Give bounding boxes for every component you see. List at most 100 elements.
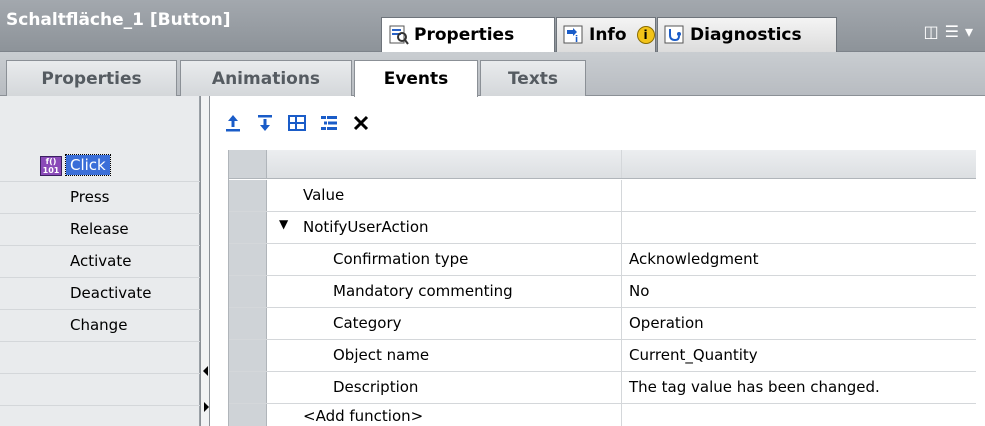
- table-row[interactable]: Value: [229, 180, 976, 212]
- row-gutter: [229, 404, 267, 426]
- row-gutter: [229, 372, 267, 403]
- tab-info-label: Info: [589, 25, 627, 45]
- row-gutter: [229, 308, 267, 339]
- value-cell[interactable]: No: [623, 276, 976, 307]
- value-cell[interactable]: [623, 180, 976, 211]
- menu-icon[interactable]: ☰: [945, 22, 965, 41]
- info-icon: i: [563, 25, 585, 45]
- row-name: Object name: [333, 346, 430, 364]
- expand-triangle-icon[interactable]: ▼: [279, 217, 288, 231]
- row-name: Confirmation type: [333, 250, 469, 268]
- tab-diagnostics-label: Diagnostics: [690, 25, 802, 45]
- name-cell[interactable]: ▼ NotifyUserAction: [267, 212, 622, 243]
- event-item-press[interactable]: Press: [0, 182, 200, 214]
- value-cell[interactable]: Operation: [623, 308, 976, 339]
- row-gutter: [229, 212, 267, 243]
- table-row[interactable]: ▼ NotifyUserAction: [229, 212, 976, 244]
- function-toolbar: [222, 108, 372, 138]
- value-cell[interactable]: Acknowledgment: [623, 244, 976, 275]
- float-window-icon[interactable]: ◫: [924, 22, 945, 41]
- column-header-value[interactable]: [623, 150, 976, 178]
- object-title: Schaltfläche_1 [Button]: [6, 10, 231, 30]
- collapse-all-button[interactable]: [286, 112, 308, 134]
- move-up-icon: [226, 115, 240, 132]
- inspector-title-bar: Schaltfläche_1 [Button] Properties i Inf…: [0, 0, 985, 52]
- event-label-click: Click: [65, 154, 111, 176]
- delete-icon: [353, 115, 369, 131]
- value-cell[interactable]: The tag value has been changed.: [623, 372, 976, 403]
- subtab-properties[interactable]: Properties: [6, 60, 177, 96]
- subtab-events[interactable]: Events: [354, 60, 478, 97]
- tab-info[interactable]: i Info i: [556, 17, 656, 52]
- event-item-empty: [0, 374, 200, 406]
- name-cell[interactable]: Value: [267, 180, 622, 211]
- tab-diagnostics[interactable]: Diagnostics: [657, 17, 837, 52]
- row-gutter: [229, 180, 267, 211]
- row-gutter: [229, 276, 267, 307]
- properties-icon: [388, 25, 410, 45]
- panel-splitter[interactable]: [200, 96, 210, 426]
- subtab-bar: Properties Animations Events Texts: [0, 52, 985, 97]
- row-name: Mandatory commenting: [333, 282, 513, 300]
- info-badge-icon: i: [636, 26, 655, 44]
- header-gutter: [229, 150, 267, 178]
- collapse-all-icon: [288, 115, 306, 131]
- grid-header: [229, 150, 976, 179]
- row-gutter: [229, 340, 267, 371]
- expand-all-button[interactable]: [318, 112, 340, 134]
- value-cell[interactable]: [623, 404, 976, 426]
- svg-text:i: i: [575, 35, 578, 45]
- tab-properties-label: Properties: [414, 25, 515, 45]
- chevron-down-icon[interactable]: ▾: [965, 22, 979, 41]
- function-grid: Value ▼ NotifyUserAction Confirmation ty…: [228, 150, 976, 426]
- row-value: Acknowledgment: [629, 250, 759, 268]
- subtab-animations[interactable]: Animations: [180, 60, 352, 96]
- table-row[interactable]: Description The tag value has been chang…: [229, 372, 976, 404]
- collapse-left-icon[interactable]: [203, 366, 208, 376]
- event-label-activate: Activate: [70, 252, 132, 270]
- event-label-press: Press: [70, 188, 110, 206]
- value-cell[interactable]: [623, 212, 976, 243]
- name-cell[interactable]: Category: [267, 308, 622, 339]
- row-name: Category: [333, 314, 402, 332]
- row-name: Description: [333, 378, 419, 396]
- event-label-change: Change: [70, 316, 128, 334]
- column-header-name[interactable]: [267, 150, 622, 178]
- event-item-change[interactable]: Change: [0, 310, 200, 342]
- function-list-icon: f() 101: [40, 156, 62, 176]
- name-cell[interactable]: Confirmation type: [267, 244, 622, 275]
- row-value: The tag value has been changed.: [629, 378, 880, 396]
- table-row[interactable]: <Add function>: [229, 404, 976, 426]
- name-cell[interactable]: Object name: [267, 340, 622, 371]
- event-label-deactivate: Deactivate: [70, 284, 152, 302]
- event-label-release: Release: [70, 220, 129, 238]
- move-down-button[interactable]: [254, 112, 276, 134]
- move-down-icon: [258, 115, 272, 131]
- name-cell[interactable]: <Add function>: [267, 404, 622, 426]
- table-row[interactable]: Category Operation: [229, 308, 976, 340]
- table-row[interactable]: Object name Current_Quantity: [229, 340, 976, 372]
- subtab-texts[interactable]: Texts: [480, 60, 586, 96]
- event-item-activate[interactable]: Activate: [0, 246, 200, 278]
- name-cell[interactable]: Description: [267, 372, 622, 403]
- table-row[interactable]: Confirmation type Acknowledgment: [229, 244, 976, 276]
- row-value: No: [629, 282, 650, 300]
- row-value: Current_Quantity: [629, 346, 758, 364]
- tab-properties[interactable]: Properties: [381, 17, 555, 52]
- value-cell[interactable]: Current_Quantity: [623, 340, 976, 371]
- event-item-empty: [0, 342, 200, 374]
- event-item-release[interactable]: Release: [0, 214, 200, 246]
- row-value: Operation: [629, 314, 704, 332]
- expand-all-icon: [321, 116, 337, 130]
- window-controls[interactable]: ◫☰▾: [924, 22, 980, 41]
- event-item-deactivate[interactable]: Deactivate: [0, 278, 200, 310]
- diagnostics-icon: [664, 25, 686, 45]
- expand-right-icon[interactable]: [204, 402, 209, 412]
- name-cell[interactable]: Mandatory commenting: [267, 276, 622, 307]
- add-function-link[interactable]: <Add function>: [303, 407, 423, 425]
- event-item-click[interactable]: f() 101 Click: [0, 150, 200, 182]
- move-up-button[interactable]: [222, 112, 244, 134]
- table-row[interactable]: Mandatory commenting No: [229, 276, 976, 308]
- delete-button[interactable]: [350, 112, 372, 134]
- row-name: NotifyUserAction: [303, 218, 429, 236]
